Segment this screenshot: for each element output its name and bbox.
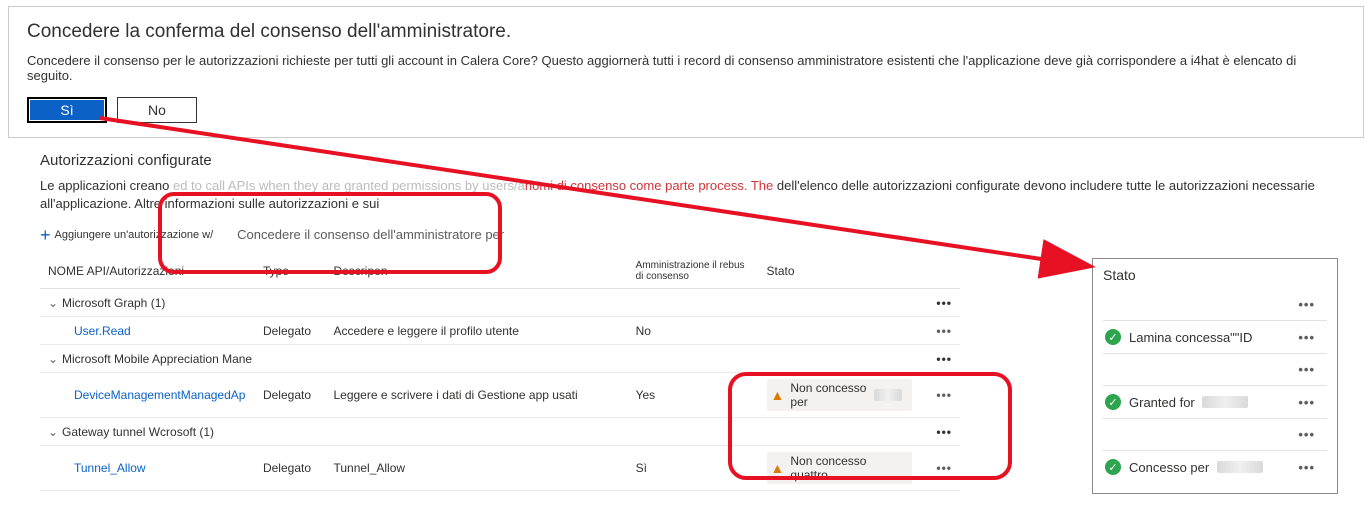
status-row: ✓ Lamina concessa""ID ••• [1103,321,1327,354]
warning-icon: ▲ [771,387,785,403]
section-title: Autorizzazioni configurate [40,152,1332,169]
col-name: NOME API/Autorizzazioni [40,254,255,289]
cell-desc: Leggere e scrivere i dati di Gestione ap… [325,373,627,418]
row-menu-button[interactable]: ••• [920,345,960,373]
warning-icon: ▲ [771,460,785,476]
cell-desc: Tunnel_Allow [325,446,627,491]
status-text: Non concesso per [790,381,868,409]
dialog-title: Concedere la conferma del consenso dell'… [27,21,1345,43]
add-permission-button[interactable]: + Aggiungere un'autorizzazione w/ [40,228,213,242]
row-menu-button[interactable]: ••• [1298,395,1325,410]
col-type: Type [255,254,326,289]
table-group-row[interactable]: ⌄ Gateway tunnel Wcrosoft (1) ••• [40,418,960,446]
col-actions [920,254,960,289]
check-icon: ✓ [1105,394,1121,410]
cell-type: Delegato [255,446,326,491]
check-icon: ✓ [1105,329,1121,345]
col-status: Stato [759,254,920,289]
status-card-title: Stato [1103,267,1327,283]
table-group-row[interactable]: ⌄ Microsoft Mobile Appreciation Mane ••• [40,345,960,373]
desc-text-pre: Le applicazioni creano [40,178,173,193]
status-badge: ▲ Non concesso per [767,379,912,411]
row-menu-button[interactable]: ••• [920,446,960,491]
row-menu-button[interactable]: ••• [920,317,960,345]
cell-status: ▲ Non concesso per [759,373,920,418]
group-label: Microsoft Mobile Appreciation Mane [62,352,252,366]
row-menu-button[interactable]: ••• [1298,330,1325,345]
dialog-text: Concedere il consenso per le autorizzazi… [27,53,1345,83]
grant-admin-consent-button[interactable]: Concedere il consenso dell'amministrator… [231,225,510,244]
col-admin: Amministrazione il rebus di consenso [628,254,759,289]
redacted [1217,461,1263,473]
row-menu-button[interactable]: ••• [1298,460,1325,475]
cell-status: ▲ Non concesso quattro [759,446,920,491]
group-label: Gateway tunnel Wcrosoft (1) [62,425,214,439]
toolbar: + Aggiungere un'autorizzazione w/ Conced… [40,225,1332,244]
plus-icon: + [40,228,51,242]
status-row: ••• [1103,419,1327,451]
col-desc: Descripen [325,254,627,289]
cell-admin: No [628,317,759,345]
check-icon: ✓ [1105,459,1121,475]
yes-button[interactable]: Sì [27,97,107,123]
cell-admin: Yes [628,373,759,418]
status-result-card: Stato ••• ✓ Lamina concessa""ID ••• ••• ✓… [1092,258,1338,494]
status-text: Granted for [1129,395,1195,410]
confirm-dialog: Concedere la conferma del consenso dell'… [8,6,1364,138]
cell-type: Delegato [255,317,326,345]
permissions-table: NOME API/Autorizzazioni Type Descripen A… [40,254,960,491]
chevron-down-icon: ⌄ [48,425,58,439]
table-group-row[interactable]: ⌄ Microsoft Graph (1) ••• [40,289,960,317]
chevron-down-icon: ⌄ [48,352,58,366]
status-row: ✓ Concesso per ••• [1103,451,1327,483]
table-row: User.Read Delegato Accedere e leggere il… [40,317,960,345]
status-text: Non concesso quattro [790,454,901,482]
desc-text-red: nomi di consenso come parte process. The [525,178,777,193]
permission-link[interactable]: User.Read [48,324,131,338]
status-text: Concesso per [1129,460,1209,475]
chevron-down-icon: ⌄ [48,296,58,310]
dialog-buttons: Sì No [27,97,1345,123]
row-menu-button[interactable]: ••• [920,373,960,418]
row-menu-button[interactable]: ••• [920,418,960,446]
cell-type: Delegato [255,373,326,418]
no-button[interactable]: No [117,97,197,123]
permission-link[interactable]: DeviceManagementManagedAp [48,388,245,402]
status-row: ••• [1103,354,1327,386]
status-row: ••• [1103,289,1327,321]
redacted [874,389,901,401]
row-menu-button[interactable]: ••• [1298,427,1325,442]
section-description: Le applicazioni creano ed to call APIs w… [40,177,1332,213]
permission-link[interactable]: Tunnel_Allow [48,461,146,475]
row-menu-button[interactable]: ••• [1298,362,1325,377]
row-menu-button[interactable]: ••• [1298,297,1325,312]
cell-admin: Sì [628,446,759,491]
desc-text-faded: ed to call APIs when they are granted pe… [173,178,525,193]
redacted [1202,396,1248,408]
cell-status [759,317,920,345]
row-menu-button[interactable]: ••• [920,289,960,317]
table-row: Tunnel_Allow Delegato Tunnel_Allow Sì ▲ … [40,446,960,491]
status-row: ✓ Granted for ••• [1103,386,1327,419]
status-text: Lamina concessa""ID [1129,330,1252,345]
cell-desc: Accedere e leggere il profilo utente [325,317,627,345]
status-badge: ▲ Non concesso quattro [767,452,912,484]
group-label: Microsoft Graph (1) [62,296,165,310]
table-row: DeviceManagementManagedAp Delegato Legge… [40,373,960,418]
add-permission-label: Aggiungere un'autorizzazione w/ [55,229,214,241]
